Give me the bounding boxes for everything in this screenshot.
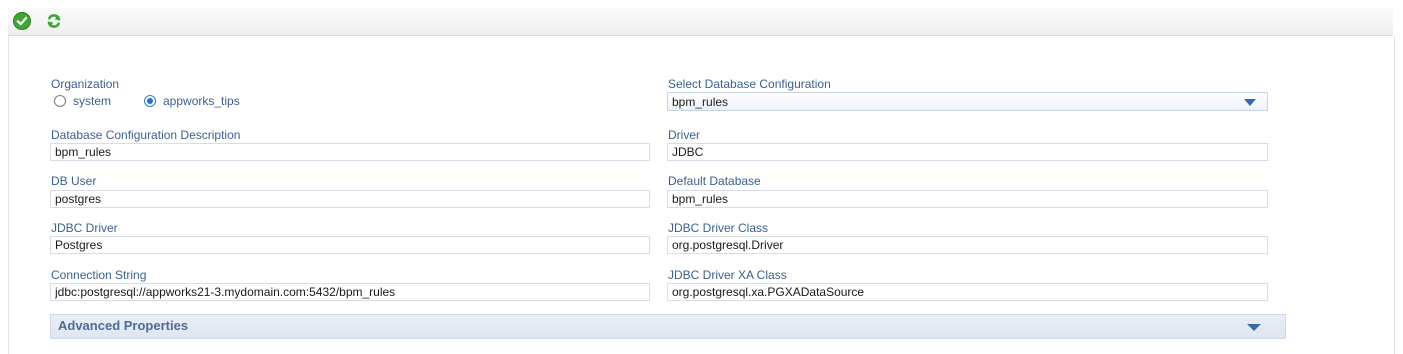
radio-system-label: system: [73, 94, 112, 108]
jdbc-driver-class-input[interactable]: [667, 236, 1268, 254]
radio-appworks-tips-label: appworks_tips: [163, 94, 240, 108]
radio-appworks-tips[interactable]: appworks_tips: [144, 94, 240, 108]
organization-label: Organization: [51, 77, 120, 91]
check-icon: [13, 12, 31, 30]
jdbc-driver-class-label: JDBC Driver Class: [668, 221, 769, 235]
radio-appworks-tips-circle[interactable]: [144, 95, 156, 107]
connection-string-label: Connection String: [51, 268, 147, 282]
advanced-properties-title: Advanced Properties: [58, 318, 189, 333]
connection-string-input[interactable]: [50, 283, 650, 301]
driver-input[interactable]: [667, 143, 1268, 161]
db-user-label: DB User: [51, 174, 97, 188]
refresh-icon: [47, 14, 61, 28]
jdbc-driver-label: JDBC Driver: [51, 221, 118, 235]
jdbc-driver-input[interactable]: [50, 236, 650, 254]
db-config-description-label: Database Configuration Description: [51, 128, 241, 142]
jdbc-driver-xa-class-label: JDBC Driver XA Class: [668, 268, 787, 282]
radio-system[interactable]: system: [54, 94, 111, 108]
select-db-config-value: bpm_rules: [672, 95, 729, 109]
expand-arrow-icon[interactable]: [1247, 324, 1261, 331]
default-database-label: Default Database: [668, 174, 761, 188]
db-user-input[interactable]: [50, 190, 650, 208]
toolbar: [8, 8, 1393, 36]
db-config-description-input[interactable]: [50, 143, 650, 161]
chevron-down-icon[interactable]: [1244, 99, 1256, 106]
select-db-config-label: Select Database Configuration: [668, 77, 831, 91]
radio-system-circle[interactable]: [54, 95, 66, 107]
save-button[interactable]: [13, 12, 31, 30]
advanced-properties-header[interactable]: Advanced Properties: [50, 314, 1286, 339]
driver-label: Driver: [668, 128, 700, 142]
refresh-button[interactable]: [45, 12, 63, 30]
jdbc-driver-xa-class-input[interactable]: [667, 283, 1268, 301]
default-database-input[interactable]: [667, 190, 1268, 208]
select-db-config-dropdown[interactable]: bpm_rules: [667, 92, 1268, 111]
